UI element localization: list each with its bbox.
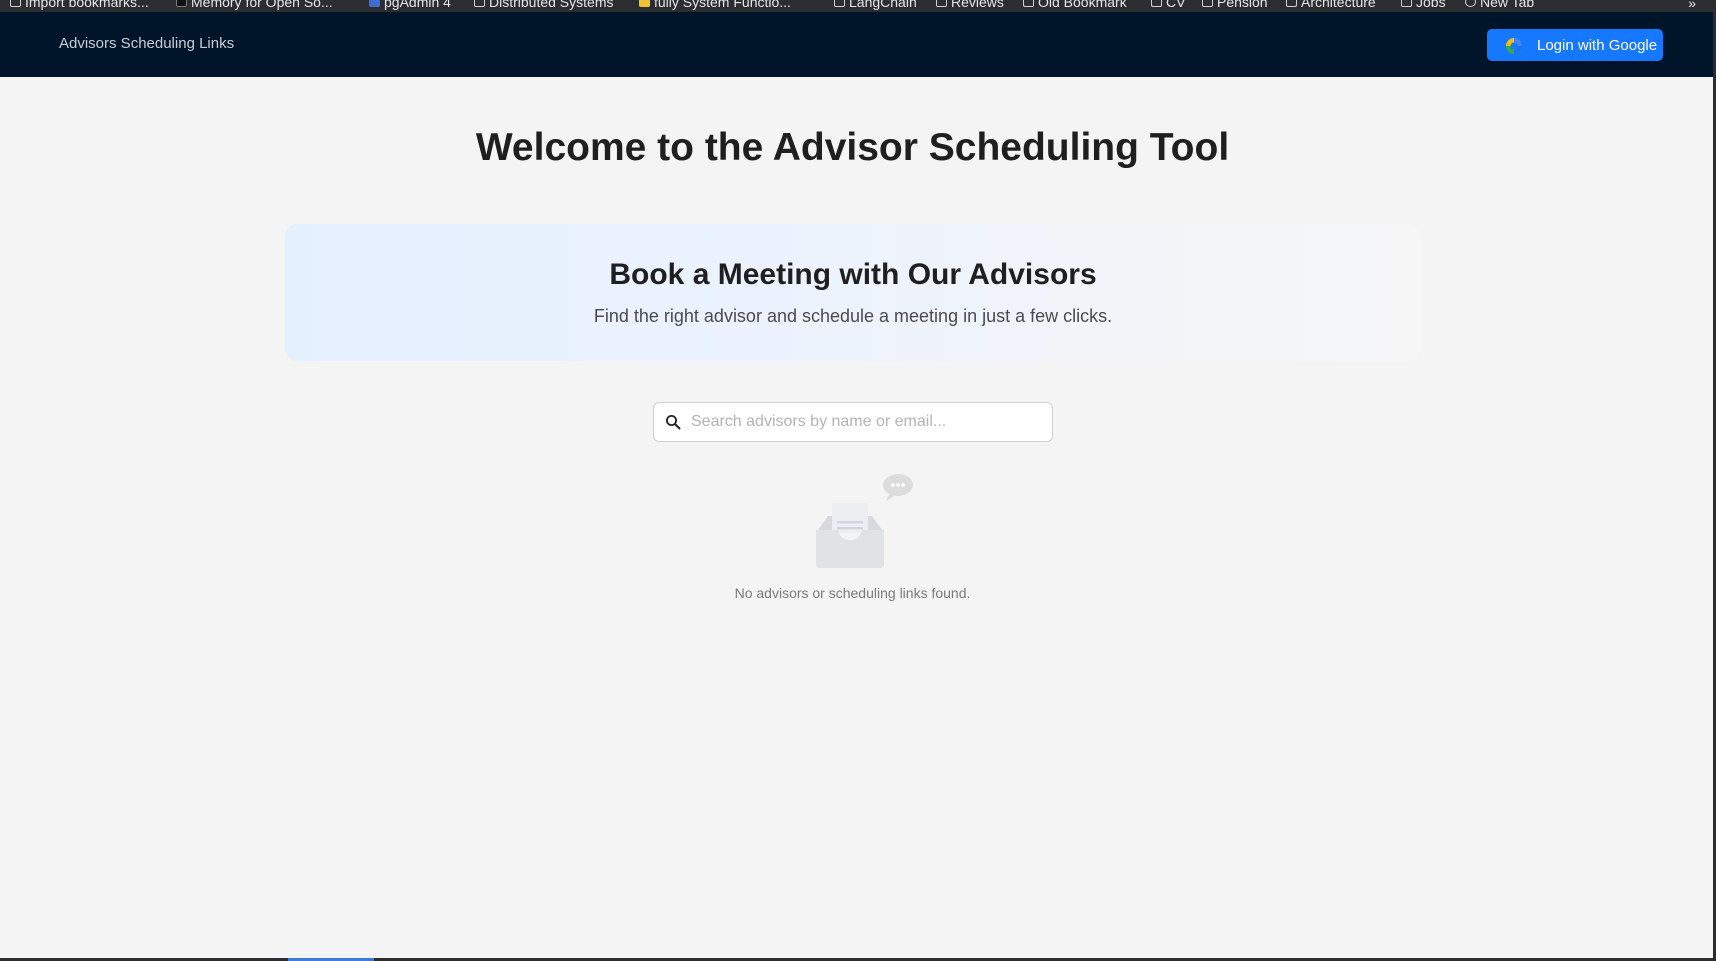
folder-icon (1023, 0, 1034, 7)
bookmark-item[interactable]: Pension (1202, 0, 1268, 10)
bookmark-item[interactable]: CV (1151, 0, 1185, 10)
search-icon (665, 414, 681, 430)
brand-title[interactable]: Advisors Scheduling Links (59, 35, 234, 52)
bookmark-item[interactable]: Memory for Open So... (176, 0, 333, 10)
pgadmin-icon (369, 0, 380, 7)
folder-icon (1151, 0, 1162, 7)
login-with-google-button[interactable]: Login with Google (1487, 29, 1663, 61)
google-logo-icon (1503, 34, 1525, 56)
login-button-label: Login with Google (1537, 36, 1658, 54)
site-icon (176, 0, 187, 7)
hero-banner: Book a Meeting with Our Advisors Find th… (285, 224, 1421, 361)
bookmark-item[interactable]: LangChain (834, 0, 917, 10)
hero-subtitle: Find the right advisor and schedule a me… (593, 306, 1113, 326)
empty-state-message: No advisors or scheduling links found. (734, 585, 971, 601)
bookmarks-overflow-chevron-icon[interactable]: » (1688, 0, 1696, 11)
bookmarks-bar: Import bookmarks... Memory for Open So..… (0, 0, 1716, 12)
bookmark-item[interactable]: Reviews (936, 0, 1004, 10)
bookmark-item[interactable]: New Tab (1465, 0, 1534, 10)
search-box[interactable] (653, 402, 1053, 442)
page-icon (10, 0, 21, 7)
bookmark-item[interactable]: Jobs (1401, 0, 1446, 10)
search-input[interactable] (689, 412, 1033, 432)
folder-icon (1286, 0, 1297, 7)
bookmark-item[interactable]: pgAdmin 4 (369, 0, 451, 10)
folder-icon (834, 0, 845, 7)
bookmark-item[interactable]: fully System Functio... (639, 0, 791, 10)
folder-icon (474, 0, 485, 7)
empty-inbox-icon (812, 470, 918, 570)
globe-icon (1465, 0, 1476, 7)
folder-icon (1401, 0, 1412, 7)
hero-title: Book a Meeting with Our Advisors (609, 258, 1097, 291)
site-icon (639, 0, 650, 7)
bookmark-item[interactable]: Old Bookmark (1023, 0, 1127, 10)
folder-icon (936, 0, 947, 7)
page-title: Welcome to the Advisor Scheduling Tool (475, 126, 1230, 169)
bookmark-item[interactable]: Import bookmarks... (10, 0, 149, 10)
bookmark-item[interactable]: Architecture (1286, 0, 1376, 10)
folder-icon (1202, 0, 1213, 7)
bookmark-item[interactable]: Distributed Systems (474, 0, 613, 10)
navbar: Advisors Scheduling Links Login with Goo… (0, 12, 1713, 77)
